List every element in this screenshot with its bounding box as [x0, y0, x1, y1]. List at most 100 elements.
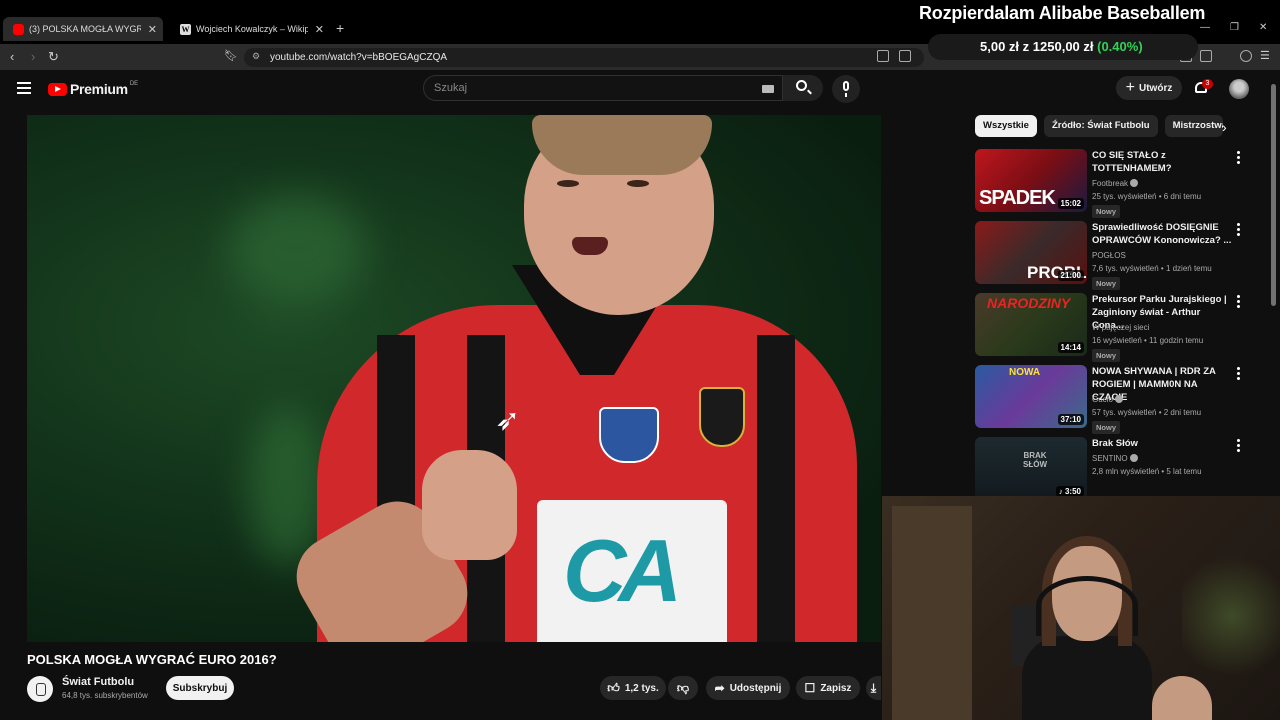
youtube-header: Premium DE Szukaj + Utwórz 3 — [0, 70, 1280, 108]
minimize-icon[interactable]: — — [1200, 22, 1210, 33]
video-thumbnail[interactable]: BRAK SŁÓW ♪ 3:50 — [975, 437, 1087, 500]
fff-badge — [599, 407, 659, 463]
maximize-icon[interactable]: ❐ — [1230, 22, 1239, 33]
video-player[interactable]: CA ➶ — [27, 115, 881, 642]
more-options-icon[interactable] — [1234, 223, 1242, 237]
more-options-icon[interactable] — [1234, 439, 1242, 453]
new-tab-button[interactable]: + — [336, 20, 344, 36]
tab-wikipedia[interactable]: W Wojciech Kowalczyk – Wikipedia, wolna … — [170, 17, 330, 41]
duration-badge: 37:10 — [1057, 414, 1084, 425]
video-thumbnail[interactable]: PROBL 21:00 — [975, 221, 1087, 284]
avatar[interactable] — [1229, 79, 1249, 99]
wikipedia-icon: W — [180, 23, 191, 35]
bookmark-icon[interactable]: 🔖︎ — [224, 49, 238, 62]
donation-goal-amount: 1250,00 zł — [1032, 39, 1094, 54]
rec-channel[interactable]: SENTINO — [1092, 454, 1138, 463]
donation-separator: z — [1022, 39, 1030, 54]
menu-icon[interactable]: ☰ — [1260, 49, 1270, 62]
save-button[interactable]: ☐ Zapisz — [796, 676, 860, 700]
rec-meta: 16 wyświetleń • 11 godzin temu — [1092, 336, 1204, 345]
download-button[interactable]: ⤓ — [866, 676, 881, 700]
share-icon[interactable] — [899, 50, 911, 62]
list-item[interactable]: SPADEK 15:02 CO SIĘ STAŁO z TOTTENHAMEM?… — [975, 149, 1265, 218]
list-item[interactable]: NARODZINY 14:14 Prekursor Parku Jurajski… — [975, 293, 1265, 362]
youtube-play-icon — [48, 82, 67, 96]
rec-title[interactable]: Brak Słów — [1092, 437, 1232, 450]
reload-icon[interactable]: ↻ — [48, 49, 59, 65]
verified-icon — [1114, 395, 1123, 403]
video-title: POLSKA MOGŁA WYGRAĆ EURO 2016? — [27, 652, 277, 667]
rec-channel[interactable]: Footbreak — [1092, 179, 1139, 188]
close-tab-icon[interactable]: ✕ — [148, 23, 157, 36]
more-options-icon[interactable] — [1234, 295, 1242, 309]
keyboard-icon[interactable] — [762, 85, 774, 93]
duration-badge: 21:00 — [1057, 270, 1084, 281]
rec-meta: 2,8 mln wyświetleń • 5 lat temu — [1092, 467, 1202, 476]
rec-channel[interactable]: W pajęczej sieci — [1092, 323, 1149, 332]
like-count: 1,2 tys. — [624, 682, 659, 694]
rec-title[interactable]: CO SIĘ STAŁO z TOTTENHAMEM? — [1092, 149, 1232, 175]
notifications-badge: 3 — [1202, 79, 1213, 89]
list-item[interactable]: NOWA 37:10 NOWA SHYWANA | RDR ZA ROGIEM … — [975, 365, 1265, 434]
site-info-icon[interactable]: ⚙ — [252, 51, 260, 62]
sponsor-logo: CA — [537, 500, 727, 642]
rec-channel[interactable]: Gucio — [1092, 395, 1123, 404]
more-options-icon[interactable] — [1234, 151, 1242, 165]
search-button[interactable] — [783, 75, 823, 101]
cast-icon[interactable] — [877, 50, 889, 62]
tab-title: Wojciech Kowalczyk – Wikipedia, wolna en… — [196, 24, 308, 34]
close-tab-icon[interactable]: ✕ — [315, 23, 324, 36]
rec-title[interactable]: Sprawiedliwość DOSIĘGNIE OPRAWCÓW Konono… — [1092, 221, 1232, 247]
url-field[interactable]: ⚙ youtube.com/watch?v=bBOEGAgCZQA — [244, 48, 924, 67]
verified-icon — [1130, 179, 1139, 187]
more-options-icon[interactable] — [1234, 367, 1242, 381]
hamburger-menu-icon[interactable] — [17, 82, 31, 94]
subscriber-count: 64,8 tys. subskrybentów — [62, 691, 148, 700]
chip-all[interactable]: Wszystkie — [975, 115, 1037, 137]
rec-meta: 57 tys. wyświetleń • 2 dni temu — [1092, 408, 1202, 417]
channel-avatar[interactable] — [27, 676, 53, 702]
video-thumbnail[interactable]: SPADEK 15:02 — [975, 149, 1087, 212]
search-input[interactable]: Szukaj — [423, 75, 783, 101]
shield-icon[interactable] — [1240, 50, 1252, 62]
streamer — [1022, 536, 1212, 720]
plus-icon: + — [1125, 79, 1135, 96]
chip-championships[interactable]: Mistrzostwa — [1164, 115, 1223, 137]
rec-channel[interactable]: POGŁOS — [1092, 251, 1126, 260]
video-thumbnail[interactable]: NARODZINY 14:14 — [975, 293, 1087, 356]
youtube-logo[interactable]: Premium DE — [48, 81, 138, 97]
chip-source[interactable]: Źródło: Świat Futbolu — [1043, 115, 1158, 137]
like-button[interactable]: 👍︎ 1,2 tys. — [600, 676, 666, 700]
channel-name[interactable]: Świat Futbolu — [62, 676, 134, 688]
puma-logo: ➶ — [495, 404, 521, 437]
create-label: Utwórz — [1139, 82, 1173, 94]
forward-icon[interactable]: › — [31, 49, 35, 64]
scrollbar[interactable] — [1271, 84, 1276, 306]
new-badge: Nowy — [1092, 349, 1121, 362]
new-badge: Nowy — [1092, 205, 1121, 218]
club-crest — [699, 387, 745, 447]
url-text: youtube.com/watch?v=bBOEGAgCZQA — [270, 52, 448, 63]
sidebar-icon[interactable] — [1200, 50, 1212, 62]
subscribe-button[interactable]: Subskrybuj — [166, 676, 234, 700]
new-badge: Nowy — [1092, 277, 1121, 290]
tab-title: (3) POLSKA MOGŁA WYGRAĆ EURO 2016? - You… — [29, 24, 141, 34]
dislike-button[interactable]: 👎︎ — [668, 676, 698, 700]
save-bookmark-icon: ☐ — [804, 681, 816, 695]
thumbs-up-icon: 👍︎ — [607, 680, 620, 695]
thumbs-down-icon: 👎︎ — [676, 680, 690, 695]
chevron-right-icon[interactable]: › — [1222, 119, 1227, 135]
video-thumbnail[interactable]: NOWA 37:10 — [975, 365, 1087, 428]
share-button[interactable]: ➦ Udostępnij — [706, 676, 790, 700]
filter-chips: Wszystkie Źródło: Świat Futbolu Mistrzos… — [975, 115, 1223, 137]
share-arrow-icon: ➦ — [714, 681, 725, 695]
webcam-overlay — [882, 496, 1280, 720]
tab-youtube[interactable]: (3) POLSKA MOGŁA WYGRAĆ EURO 2016? - You… — [3, 17, 163, 41]
screen: (3) POLSKA MOGŁA WYGRAĆ EURO 2016? - You… — [0, 0, 1280, 720]
create-button[interactable]: + Utwórz — [1116, 76, 1182, 100]
close-window-icon[interactable]: ✕ — [1259, 22, 1267, 33]
back-icon[interactable]: ‹ — [10, 49, 14, 64]
voice-search-icon[interactable] — [832, 75, 860, 103]
list-item[interactable]: PROBL 21:00 Sprawiedliwość DOSIĘGNIE OPR… — [975, 221, 1265, 290]
list-item[interactable]: BRAK SŁÓW ♪ 3:50 Brak Słów SENTINO 2,8 m… — [975, 437, 1265, 503]
